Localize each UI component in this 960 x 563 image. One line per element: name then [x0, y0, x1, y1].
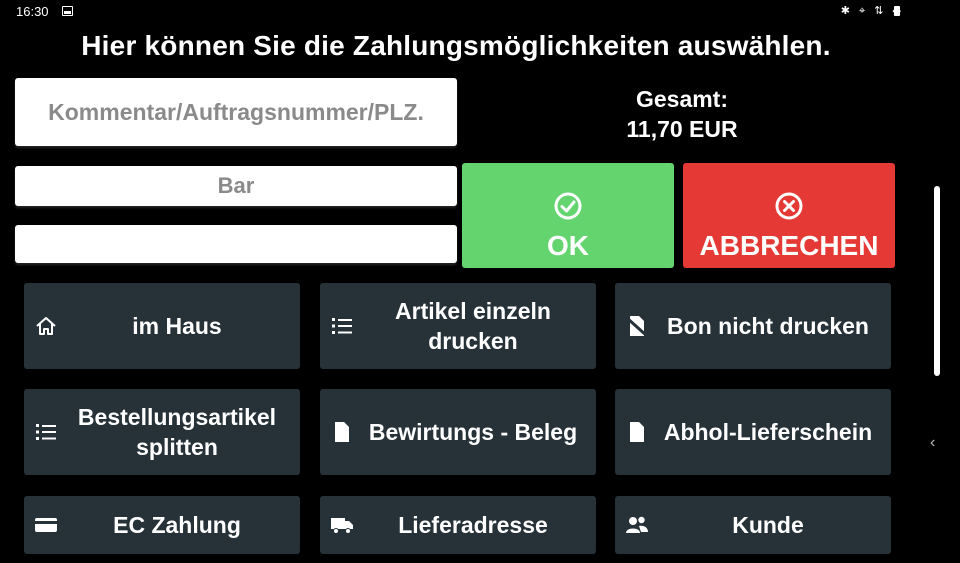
ok-button[interactable]: OK: [462, 163, 674, 268]
option-lieferadresse[interactable]: Lieferadresse: [320, 496, 596, 554]
no-document-icon: [625, 316, 649, 338]
option-label: Bon nicht drucken: [667, 313, 869, 339]
option-abhol-lieferschein[interactable]: Abhol-Lieferschein: [615, 389, 891, 475]
total-label: Gesamt:: [635, 86, 729, 112]
option-label: Bewirtungs - Beleg: [368, 419, 578, 445]
scrollbar[interactable]: [934, 186, 940, 376]
document-icon: [630, 422, 644, 442]
truck-icon: [331, 518, 353, 534]
comment-input[interactable]: Kommentar/Auftragsnummer/PLZ.: [15, 78, 457, 146]
option-label: Kunde: [732, 512, 804, 538]
payment-method-field[interactable]: Bar: [15, 166, 457, 206]
option-im-haus[interactable]: im Haus: [24, 283, 300, 369]
total-display: Gesamt: 11,70 EUR: [562, 84, 802, 144]
option-bestellungsartikel-splitten[interactable]: Bestellungsartikel splitten: [24, 389, 300, 475]
option-kunde[interactable]: Kunde: [615, 496, 891, 554]
status-time: 16:30: [16, 4, 49, 19]
option-label: Abhol-Lieferschein: [663, 419, 873, 445]
option-label: EC Zahlung: [113, 512, 241, 538]
option-label: im Haus: [132, 313, 222, 339]
option-bewirtungs-beleg[interactable]: Bewirtungs - Beleg: [320, 389, 596, 475]
x-circle-icon: [775, 192, 803, 220]
status-bar: 16:30 ✱ ⌖ ⇅ ◆: [0, 0, 960, 24]
check-circle-icon: [554, 192, 582, 220]
document-icon: [335, 422, 349, 442]
numbered-list-icon: [332, 318, 352, 334]
cancel-button[interactable]: ABBRECHEN: [683, 163, 895, 268]
option-ec-zahlung[interactable]: EC Zahlung: [24, 496, 300, 554]
option-label: Lieferadresse: [398, 512, 548, 538]
home-icon: [36, 317, 56, 335]
option-label: Bestellungsartikel splitten: [77, 404, 277, 460]
page-title: Hier können Sie die Zahlungsmöglichkeite…: [81, 30, 831, 61]
cancel-label: ABBRECHEN: [699, 230, 879, 261]
option-artikel-einzeln-drucken[interactable]: Artikel einzeln drucken: [320, 283, 596, 369]
credit-card-icon: [35, 518, 57, 532]
amount-input[interactable]: [15, 225, 457, 263]
notification-icon: [62, 6, 73, 16]
chevron-left-icon[interactable]: ‹: [930, 434, 935, 452]
battery-icon: [894, 6, 900, 16]
option-bon-nicht-drucken[interactable]: Bon nicht drucken: [615, 283, 891, 369]
numbered-list-icon: [36, 424, 56, 440]
option-label: Artikel einzeln drucken: [395, 298, 551, 354]
ok-label: OK: [547, 230, 589, 261]
users-icon: [626, 516, 648, 533]
total-amount: 11,70 EUR: [626, 116, 738, 142]
